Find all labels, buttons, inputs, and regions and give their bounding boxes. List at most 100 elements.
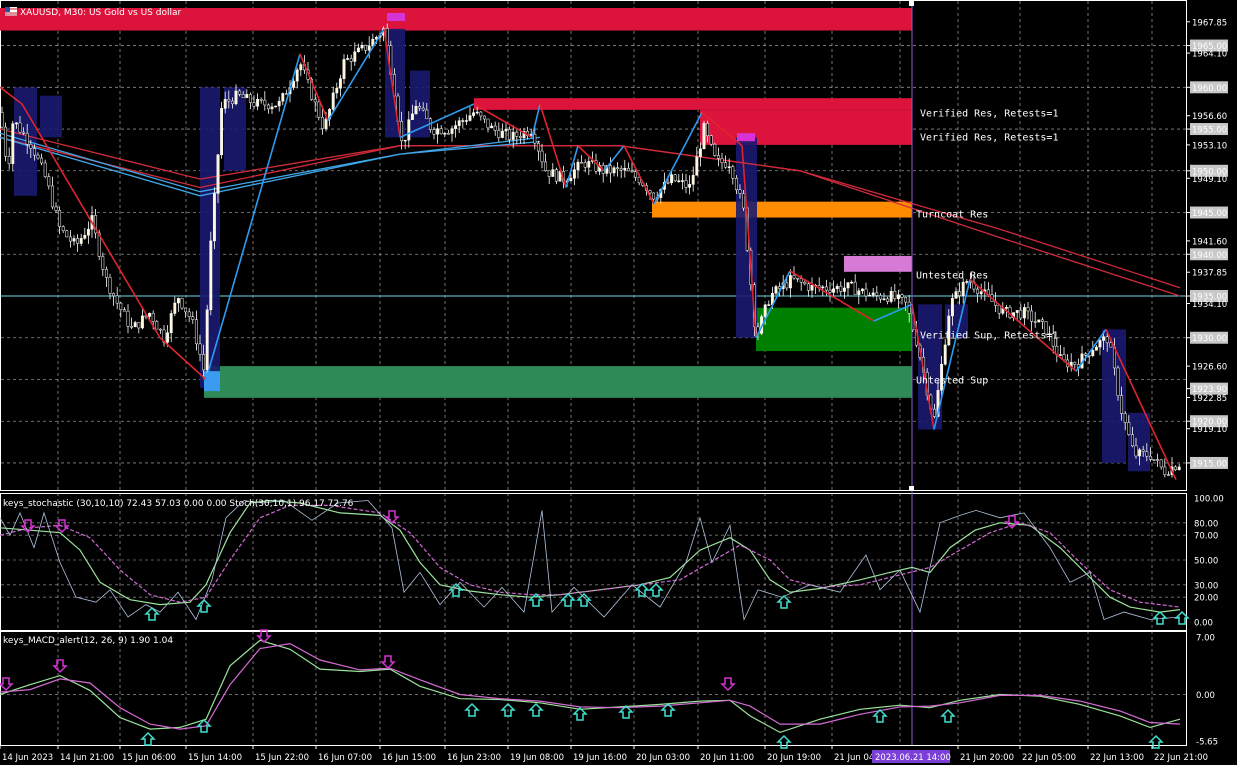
candle-body [850, 281, 854, 284]
macd-header: keys_MACD_alert(12, 26, 9) 1.90 1.04 [3, 636, 173, 646]
candle-body [900, 294, 904, 298]
candle-body [331, 92, 335, 110]
zone-label: Untested Res [916, 270, 988, 281]
candle-body [1033, 321, 1037, 323]
candle-body [1073, 361, 1077, 365]
candle-body [803, 281, 807, 285]
candle-body [137, 322, 141, 329]
zone-label: Verified Res, Retests=1 [920, 108, 1058, 119]
price-label: 1941.60 [1192, 237, 1227, 247]
price-label: 1960.00 [1192, 84, 1227, 94]
candle-body [461, 120, 465, 122]
high-marker [387, 13, 405, 22]
candle-body [176, 298, 180, 304]
candle-body [367, 45, 371, 51]
candle-body [1174, 466, 1178, 471]
candle-body [198, 343, 202, 355]
price-label: 1964.10 [1192, 50, 1227, 60]
candle-body [871, 292, 875, 296]
candle-body [270, 106, 274, 110]
candle-body [25, 133, 29, 145]
candle-body [50, 185, 54, 208]
candle-body [155, 321, 159, 330]
candle-body [475, 111, 479, 114]
candle-body [0, 112, 4, 128]
time-label: 16 Jun 15:00 [382, 753, 436, 763]
candle-body [191, 316, 195, 320]
candle-body [68, 236, 72, 242]
candle-body [130, 326, 134, 328]
candle-body [472, 112, 476, 116]
candle-body [792, 275, 796, 279]
candle-body [796, 277, 800, 280]
candle-body [166, 332, 170, 343]
price-label: 1945.00 [1192, 209, 1227, 219]
candle-body [439, 128, 443, 135]
candle-body [536, 142, 540, 152]
candle-body [846, 282, 850, 289]
candle-body [774, 286, 778, 294]
candle-body [464, 120, 468, 122]
candle-body [839, 285, 843, 292]
candle-body [698, 148, 702, 157]
candle-body [832, 288, 836, 293]
time-label: 20 Jun 19:00 [767, 753, 821, 763]
candle-body [504, 129, 508, 132]
candle-body [1166, 474, 1170, 476]
price-label: 1937.85 [1192, 269, 1227, 279]
trading-chart[interactable]: Verified Res, Retests=1 Verified Res, Ret… [0, 0, 1237, 765]
candle-body [133, 322, 137, 328]
candle-body [976, 288, 980, 295]
candle-body [1127, 422, 1131, 435]
candle-body [407, 119, 411, 141]
price-label: 1919.10 [1192, 425, 1227, 435]
candle-body [83, 234, 87, 239]
candle-body [194, 319, 198, 345]
time-label: 22 Jun 13:00 [1090, 753, 1144, 763]
zone-rect [700, 109, 912, 145]
low-marker [204, 371, 220, 392]
candle-body [716, 155, 720, 159]
candle-body [1026, 307, 1030, 312]
candle-body [882, 298, 886, 301]
price-label: 1956.60 [1192, 112, 1227, 122]
candle-body [295, 69, 299, 82]
zone-rect [844, 255, 912, 272]
candle-body [1004, 307, 1008, 309]
candle-body [115, 295, 119, 304]
candle-body [126, 310, 130, 327]
stochastic-header: keys_stochastic (30,10,10) 72.43 57.03 0… [3, 499, 354, 509]
candle-body [886, 298, 890, 302]
candle-body [680, 180, 684, 182]
candle-body [403, 139, 407, 142]
candle-body [1120, 395, 1124, 414]
time-label: 16 Jun 23:00 [447, 753, 501, 763]
candle-body [709, 135, 713, 145]
stoch-level-label: 100.00 [1194, 495, 1224, 505]
candle-body [551, 169, 555, 177]
candle-body [299, 64, 303, 71]
candle-body [1145, 451, 1149, 457]
candle-body [169, 313, 173, 334]
time-label: 20 Jun 11:00 [700, 753, 754, 763]
candle-body [457, 120, 461, 126]
candle-body [806, 283, 810, 291]
candle-body [18, 122, 22, 133]
candle-body [1105, 336, 1109, 344]
candle-body [1091, 350, 1095, 356]
candle-body [14, 122, 18, 125]
candle-body [263, 99, 267, 106]
candle-body [486, 118, 490, 129]
candle-body [702, 123, 706, 150]
candle-body [54, 206, 58, 211]
candle-body [1019, 310, 1023, 319]
candle-body [1148, 455, 1152, 460]
candle-body [540, 150, 544, 163]
candle-body [22, 131, 26, 134]
candle-body [292, 80, 296, 88]
crosshair-handle [909, 1, 914, 6]
candle-body [583, 162, 587, 168]
candle-body [724, 162, 728, 168]
chart-title: XAUUSD, M30: US Gold vs US dollar [20, 8, 181, 18]
candle-body [7, 155, 11, 164]
